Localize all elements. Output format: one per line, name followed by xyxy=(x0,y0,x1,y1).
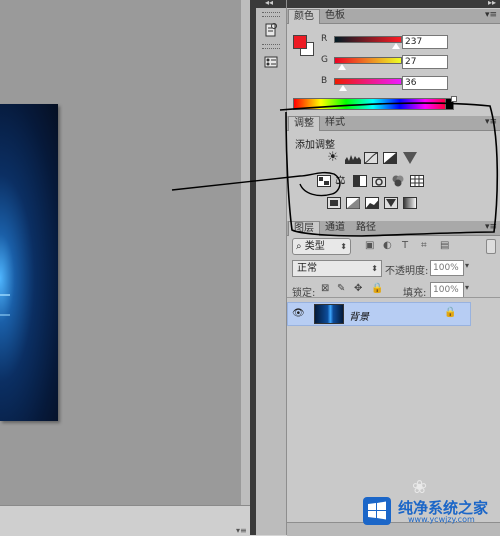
annotation-arrow-line xyxy=(171,171,341,197)
annotation-loop xyxy=(279,102,499,237)
watermark-logo xyxy=(363,497,391,525)
hand-drawn-annotation xyxy=(171,102,499,237)
paw-watermark-icon: ❀ xyxy=(412,477,428,498)
watermark-url: www.ycwjzy.com xyxy=(408,515,475,524)
